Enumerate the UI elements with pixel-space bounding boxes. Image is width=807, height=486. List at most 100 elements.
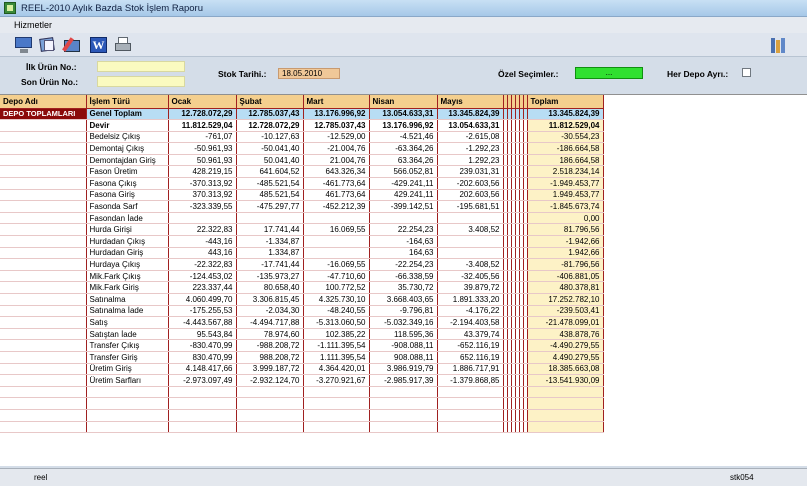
cell-mart[interactable]: 4.364.420,01 [303,363,370,376]
cell-subat[interactable]: -10.127,63 [236,131,304,144]
cell-mayis[interactable]: 39.879,72 [437,281,504,294]
cell-islem[interactable]: Fason Üretim [86,165,169,179]
cell-mayis[interactable]: -3.408,52 [437,258,504,271]
cell-ocak[interactable] [168,212,237,225]
cell-mayis[interactable]: 652.116,19 [437,351,504,364]
cell-depo[interactable]: DEPO TOPLAMLARI [0,108,87,121]
cell-depo[interactable] [0,351,87,364]
cell-mart[interactable]: 1.111.395,54 [303,351,370,364]
cell-ocak[interactable]: -4.443.567,88 [168,316,237,329]
cell-nisan[interactable]: 3.668.403,65 [369,293,438,306]
table-row[interactable]: Fasonda Sarf -323.339,55 -475.297,77 -452.2… [0,200,604,213]
cell-depo[interactable] [0,316,87,329]
cell-nisan[interactable]: 63.364,26 [369,154,438,167]
library-icon[interactable] [769,36,789,54]
cell-depo[interactable] [0,328,87,341]
cell-depo[interactable] [0,177,87,190]
table-row[interactable]: Üretim Sarfları -2.973.097,49 -2.932.124,7… [0,374,604,387]
cell-islem[interactable]: Devir [86,119,169,132]
table-row[interactable] [0,409,604,422]
monitor-icon[interactable] [14,36,34,54]
col-depo[interactable]: Depo Adı [0,95,87,109]
cell-depo[interactable] [0,421,87,434]
cell-subat[interactable]: 3.999.187,72 [236,363,304,376]
cell-subat[interactable]: 78.974,60 [236,328,304,341]
table-row[interactable] [0,421,604,434]
cell-ocak[interactable]: -22.322,83 [168,258,237,271]
cell-mart[interactable]: -16.069,55 [303,258,370,271]
cell-toplam[interactable]: 4.490.279,55 [527,351,604,364]
cell-islem[interactable]: Hurdaya Çıkış [86,258,169,271]
cell-mart[interactable]: -3.270.921,67 [303,374,370,387]
cell-mayis[interactable] [437,397,504,410]
cell-subat[interactable]: 485.521,54 [236,189,304,202]
cell-mart[interactable]: -452.212,39 [303,200,370,213]
cell-ocak[interactable]: 4.060.499,70 [168,293,237,306]
cell-mayis[interactable]: -202.603,56 [437,177,504,190]
table-row[interactable]: Fason Üretim 428.219,15 641.604,52 643.326,… [0,165,604,179]
col-subat[interactable]: Şubat [236,95,304,109]
cell-ocak[interactable]: -443,16 [168,235,237,248]
edit-icon[interactable] [62,36,82,54]
cell-islem[interactable]: Genel Toplam [86,108,169,121]
table-row[interactable] [0,386,604,399]
cell-nisan[interactable] [369,212,438,225]
cell-ocak[interactable]: 12.728.072,29 [168,108,237,121]
cell-nisan[interactable]: 35.730,72 [369,281,438,294]
cell-depo[interactable] [0,189,87,202]
table-row[interactable]: Satınalma İade -175.255,53 -2.034,30 -48.24… [0,305,604,318]
cell-mart[interactable] [303,212,370,225]
cell-mart[interactable]: -48.240,55 [303,305,370,318]
cell-subat[interactable]: 641.604,52 [236,165,304,179]
cell-islem[interactable]: Fasondan İade [86,212,169,225]
cell-depo[interactable] [0,293,87,306]
cell-mart[interactable]: -461.773,64 [303,177,370,190]
cell-subat[interactable]: 12.785.037,43 [236,108,304,121]
cell-islem[interactable]: Bedelsiz Çıkış [86,131,169,144]
cell-subat[interactable]: 3.306.815,45 [236,293,304,306]
cell-depo[interactable] [0,270,87,283]
table-row[interactable]: Üretim Giriş 4.148.417,66 3.999.187,72 4.36… [0,363,604,376]
cell-depo[interactable] [0,165,87,179]
cell-mart[interactable] [303,421,370,434]
cell-mart[interactable]: 12.785.037,43 [303,119,370,132]
table-row[interactable]: Hurdadan Çıkış -443,16 -1.334,87 -164,63 -1.… [0,235,604,248]
cell-subat[interactable]: -50.041,40 [236,142,304,155]
cell-toplam[interactable]: 17.252.782,10 [527,293,604,306]
cell-ocak[interactable]: -50.961,93 [168,142,237,155]
cell-toplam[interactable]: -186.664,58 [527,142,604,155]
cell-ocak[interactable] [168,409,237,422]
cell-mayis[interactable]: 43.379,74 [437,328,504,341]
cell-nisan[interactable]: -9.796,81 [369,305,438,318]
cell-depo[interactable] [0,305,87,318]
cell-ocak[interactable]: -830.470,99 [168,339,237,352]
cell-mart[interactable] [303,386,370,399]
cell-mart[interactable] [303,235,370,248]
cell-subat[interactable]: -475.297,77 [236,200,304,213]
cell-subat[interactable]: 50.041,40 [236,154,304,167]
cell-depo[interactable] [0,397,87,410]
cell-subat[interactable] [236,212,304,225]
cell-mayis[interactable]: -1.292,23 [437,142,504,155]
cell-nisan[interactable]: 118.595,36 [369,328,438,341]
cell-mayis[interactable] [437,409,504,422]
cell-islem[interactable]: Üretim Sarfları [86,374,169,387]
cell-mayis[interactable] [437,386,504,399]
cell-depo[interactable] [0,119,87,132]
cell-depo[interactable] [0,212,87,225]
cell-ocak[interactable]: 223.337,44 [168,281,237,294]
cell-depo[interactable] [0,154,87,167]
cell-mart[interactable]: -21.004,76 [303,142,370,155]
cell-nisan[interactable]: 429.241,11 [369,189,438,202]
cell-nisan[interactable]: -22.254,23 [369,258,438,271]
cell-subat[interactable]: -2.034,30 [236,305,304,318]
cell-mayis[interactable] [437,247,504,260]
cell-mart[interactable]: 16.069,55 [303,223,370,237]
table-row[interactable]: Hurdadan Giriş 443,16 1.334,87 164,63 1.942,… [0,247,604,260]
cell-ocak[interactable]: 22.322,83 [168,223,237,237]
cell-toplam[interactable]: 480.378,81 [527,281,604,294]
cell-nisan[interactable]: 164,63 [369,247,438,260]
cell-subat[interactable]: 80.658,40 [236,281,304,294]
cell-mart[interactable]: 13.176.996,92 [303,108,370,121]
cell-mayis[interactable]: 239.031,31 [437,165,504,179]
